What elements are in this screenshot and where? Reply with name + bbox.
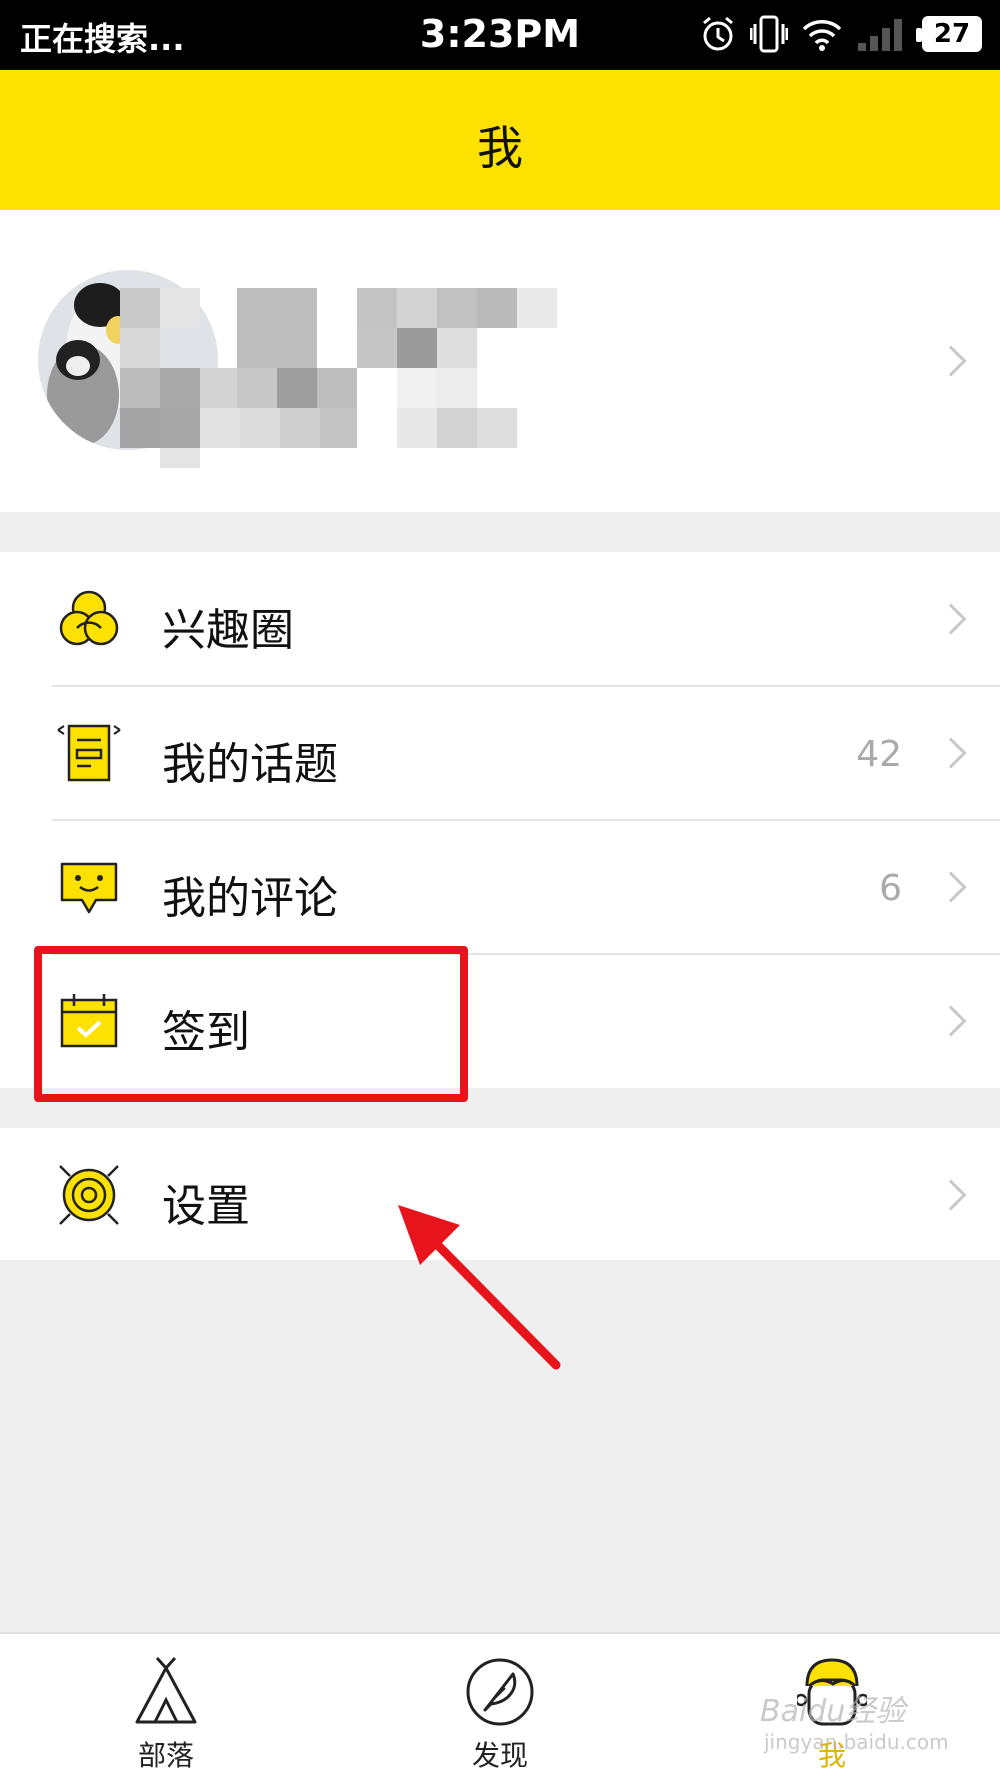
menu-item-my-topics[interactable]: 我的话题 42 (0, 686, 1000, 820)
settings-target-icon (59, 1165, 119, 1225)
red-arrow-annotation (398, 1205, 561, 1370)
watermark: Baidu经验 (760, 1694, 906, 1729)
menu-label: 我的评论 (162, 873, 338, 924)
watermark-url: jingyan.baidu.com (764, 1730, 949, 1754)
topic-count: 42 (856, 734, 902, 775)
alarm-icon (703, 16, 733, 51)
chevron-right-icon (935, 1005, 967, 1037)
tab-label: 部落 (137, 1739, 194, 1772)
interest-circle-icon (59, 590, 119, 646)
profile-card[interactable] (0, 210, 1000, 512)
menu-label: 兴趣圈 (162, 605, 294, 656)
tab-tribe[interactable]: 部落 (66, 1634, 266, 1776)
vibrate-icon (750, 15, 788, 53)
blurred-username (120, 278, 560, 468)
battery-icon: 27 (916, 16, 982, 52)
menu-label: 我的话题 (162, 739, 338, 790)
chevron-right-icon (935, 871, 967, 903)
menu-item-interest-circle[interactable]: 兴趣圈 (0, 552, 1000, 686)
tab-discover[interactable]: 发现 (400, 1634, 600, 1776)
status-icons: 27 (700, 14, 982, 54)
tent-icon (135, 1656, 197, 1724)
feather-icon (466, 1658, 534, 1726)
wifi-icon (802, 20, 842, 51)
comment-icon (60, 862, 118, 914)
highlight-box-annotation (34, 946, 468, 1102)
signal-icon (858, 19, 902, 51)
header: 我 (0, 70, 1000, 210)
menu-label: 设置 (162, 1181, 250, 1232)
menu-item-my-comments[interactable]: 我的评论 6 (0, 820, 1000, 954)
comment-count: 6 (879, 868, 902, 909)
chevron-right-icon (935, 345, 967, 377)
chevron-right-icon (935, 737, 967, 769)
chevron-right-icon (935, 603, 967, 635)
page-title: 我 (477, 121, 523, 175)
chevron-right-icon (935, 1179, 967, 1211)
topic-icon (57, 724, 121, 782)
status-bar: 正在搜索... 3:23PM 27 (0, 0, 1000, 70)
tab-label: 发现 (471, 1739, 528, 1772)
